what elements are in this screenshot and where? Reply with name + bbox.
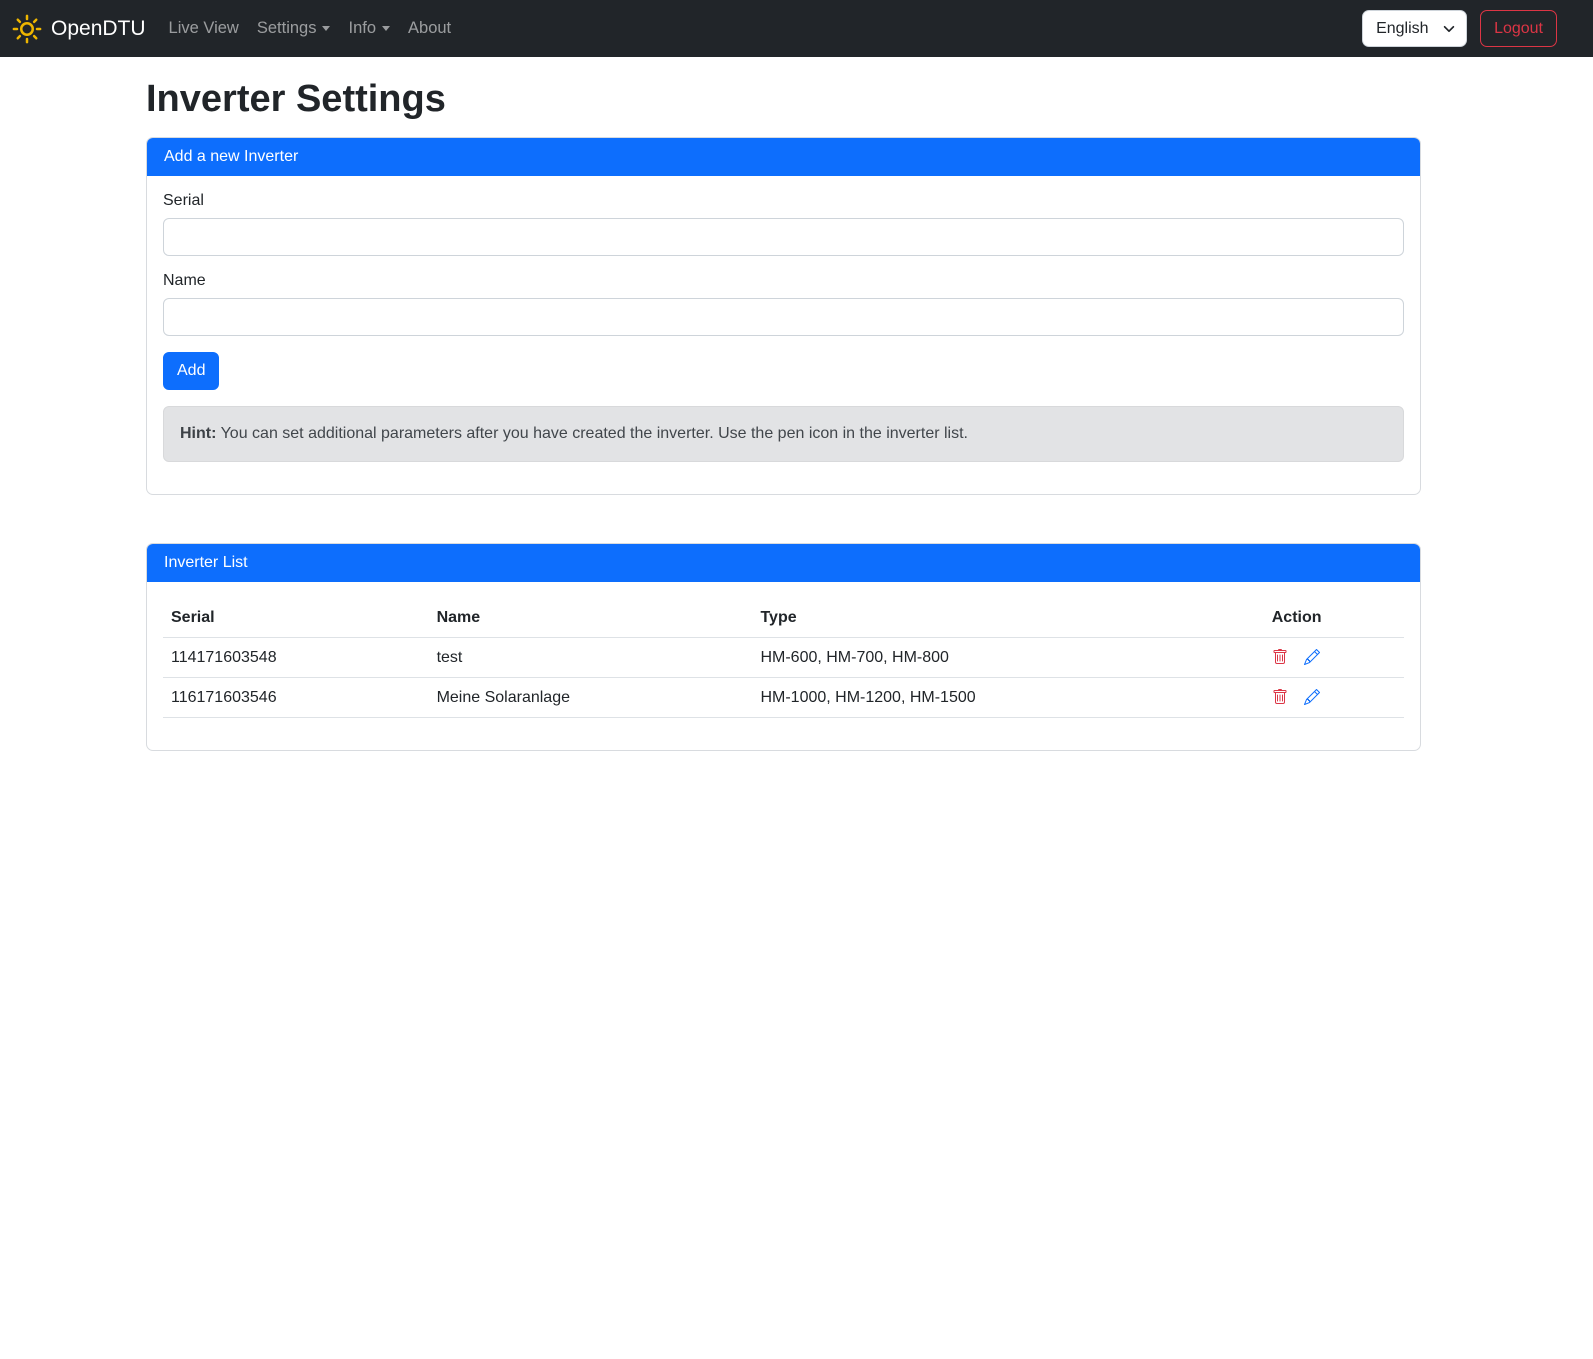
delete-inverter-button[interactable] [1272, 689, 1288, 705]
nav-links: Live View Settings Info About [160, 11, 461, 46]
add-button[interactable]: Add [163, 352, 219, 390]
pencil-icon [1304, 689, 1320, 705]
serial-input[interactable] [163, 218, 1404, 256]
chevron-down-icon [382, 26, 390, 31]
column-header-name: Name [429, 598, 753, 638]
inverter-table: Serial Name Type Action 114171603548 tes… [163, 598, 1404, 718]
list-card-header: Inverter List [147, 544, 1420, 582]
cell-type: HM-600, HM-700, HM-800 [752, 638, 1263, 678]
hint-text: You can set additional parameters after … [216, 425, 968, 442]
table-row: 116171603546 Meine Solaranlage HM-1000, … [163, 678, 1404, 718]
nav-info-label: Info [348, 19, 376, 38]
add-inverter-card: Add a new Inverter Serial Name Add Hint:… [146, 137, 1421, 495]
column-header-type: Type [752, 598, 1263, 638]
nav-right: English Logout [1362, 10, 1557, 47]
navbar: OpenDTU Live View Settings Info About En… [0, 0, 1593, 57]
language-selected-value: English [1376, 20, 1428, 38]
nav-about-label: About [408, 19, 451, 38]
table-header-row: Serial Name Type Action [163, 598, 1404, 638]
column-header-serial: Serial [163, 598, 429, 638]
page-title: Inverter Settings [146, 78, 1421, 121]
nav-info[interactable]: Info [339, 11, 399, 46]
nav-about[interactable]: About [399, 11, 460, 46]
cell-serial: 114171603548 [163, 638, 429, 678]
cell-name: test [429, 638, 753, 678]
cell-action [1264, 638, 1404, 678]
column-header-action: Action [1264, 598, 1404, 638]
pencil-icon [1304, 649, 1320, 665]
hint-alert: Hint: You can set additional parameters … [163, 406, 1404, 462]
cell-serial: 116171603546 [163, 678, 429, 718]
trash-icon [1272, 649, 1288, 665]
edit-inverter-button[interactable] [1304, 689, 1320, 705]
nav-live-view-label: Live View [169, 19, 239, 38]
brand[interactable]: OpenDTU [12, 14, 146, 44]
table-row: 114171603548 test HM-600, HM-700, HM-800 [163, 638, 1404, 678]
add-card-header: Add a new Inverter [147, 138, 1420, 176]
add-card-body: Serial Name Add Hint: You can set additi… [147, 176, 1420, 494]
name-label: Name [163, 272, 1404, 290]
cell-action [1264, 678, 1404, 718]
hint-label: Hint: [180, 425, 216, 442]
cell-name: Meine Solaranlage [429, 678, 753, 718]
chevron-down-icon [322, 26, 330, 31]
brand-label: OpenDTU [51, 17, 146, 41]
logout-button[interactable]: Logout [1480, 10, 1557, 47]
language-select[interactable]: English [1362, 10, 1467, 47]
list-card-body: Serial Name Type Action 114171603548 tes… [147, 582, 1420, 750]
nav-live-view[interactable]: Live View [160, 11, 248, 46]
name-input[interactable] [163, 298, 1404, 336]
inverter-list-card: Inverter List Serial Name Type Action 11… [146, 543, 1421, 751]
cell-type: HM-1000, HM-1200, HM-1500 [752, 678, 1263, 718]
sun-icon [12, 14, 42, 44]
nav-settings-label: Settings [257, 19, 317, 38]
delete-inverter-button[interactable] [1272, 649, 1288, 665]
trash-icon [1272, 689, 1288, 705]
nav-settings[interactable]: Settings [248, 11, 340, 46]
serial-label: Serial [163, 192, 1404, 210]
main-content: Inverter Settings Add a new Inverter Ser… [146, 78, 1421, 751]
edit-inverter-button[interactable] [1304, 649, 1320, 665]
